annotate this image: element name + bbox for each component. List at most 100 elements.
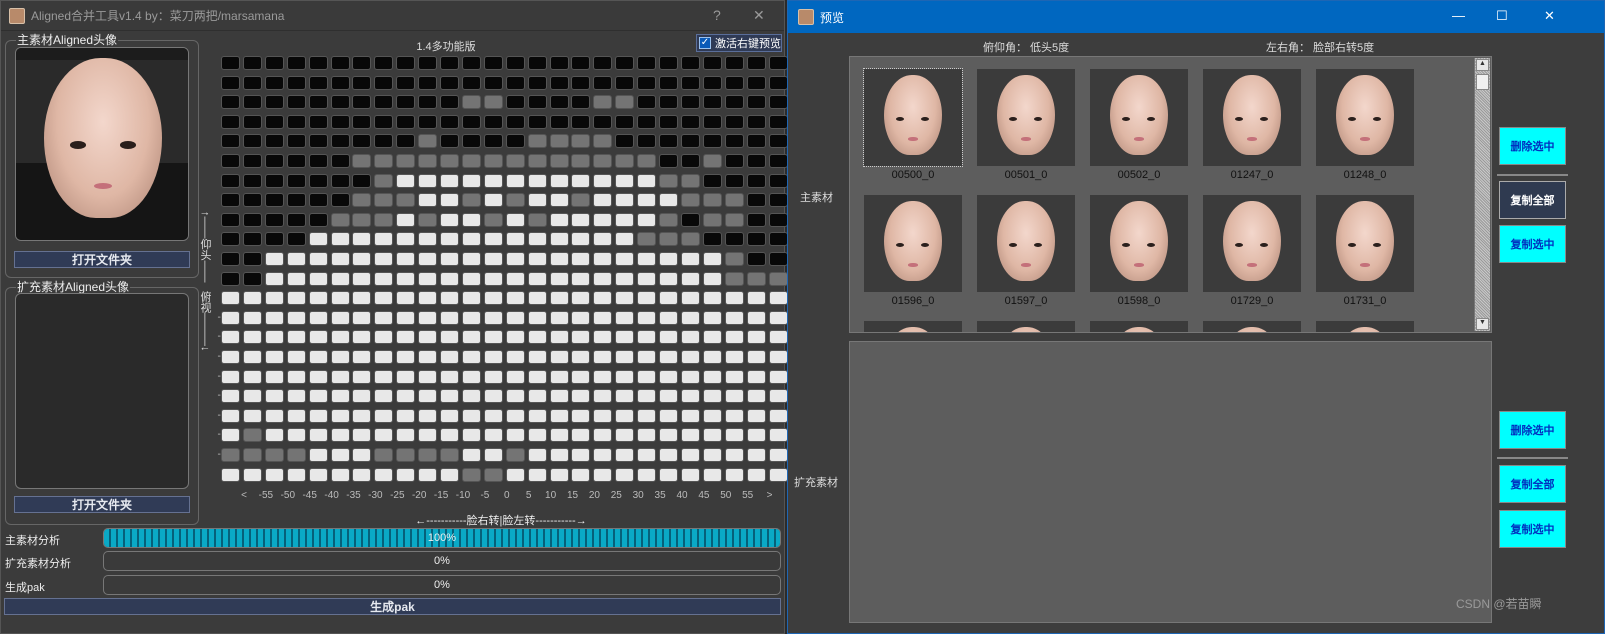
grid-cell[interactable]	[286, 389, 306, 404]
grid-cell[interactable]	[593, 408, 613, 423]
grid-cell[interactable]	[440, 330, 459, 345]
grid-cell[interactable]	[330, 212, 350, 227]
grid-cell[interactable]	[483, 114, 503, 129]
grid-cell[interactable]	[374, 173, 394, 188]
grid-cell[interactable]	[330, 154, 350, 168]
thumbnail-image[interactable]	[1316, 195, 1414, 292]
grid-cell[interactable]	[418, 75, 438, 90]
grid-cell[interactable]	[374, 330, 394, 345]
grid-cell[interactable]	[724, 389, 744, 404]
grid-cell[interactable]	[440, 428, 459, 443]
grid-cell[interactable]	[286, 232, 306, 247]
grid-cell[interactable]	[505, 448, 525, 462]
grid-cell[interactable]	[352, 232, 372, 247]
grid-cell[interactable]	[680, 291, 700, 306]
grid-cell[interactable]	[461, 134, 481, 149]
grid-cell[interactable]	[396, 330, 416, 345]
grid-cell[interactable]	[615, 448, 635, 462]
grid-cell[interactable]	[702, 330, 722, 345]
grid-cell[interactable]	[768, 408, 788, 423]
grid-cell[interactable]	[746, 173, 766, 188]
grid-cell[interactable]	[527, 428, 547, 443]
grid-cell[interactable]	[221, 310, 240, 325]
grid-cell[interactable]	[637, 75, 657, 90]
grid-cell[interactable]	[242, 173, 262, 188]
grid-cell[interactable]	[308, 114, 328, 129]
grid-cell[interactable]	[768, 56, 788, 70]
grid-cell[interactable]	[680, 95, 700, 110]
grid-cell[interactable]	[330, 291, 350, 306]
grid-cell[interactable]	[352, 173, 372, 188]
grid-cell[interactable]	[637, 212, 657, 227]
grid-cell[interactable]	[264, 467, 284, 482]
grid-cell[interactable]	[659, 291, 678, 306]
grid-cell[interactable]	[571, 134, 591, 149]
grid-cell[interactable]	[659, 173, 678, 188]
grid-cell[interactable]	[352, 330, 372, 345]
grid-cell[interactable]	[286, 271, 306, 286]
grid-cell[interactable]	[768, 252, 788, 266]
grid-cell[interactable]	[264, 369, 284, 384]
ext-thumbnail-list[interactable]	[849, 341, 1492, 623]
grid-cell[interactable]	[746, 350, 766, 364]
grid-cell[interactable]	[374, 389, 394, 404]
grid-cell[interactable]	[505, 75, 525, 90]
thumbnail-scrollbar[interactable]: ▲ ▼	[1474, 58, 1490, 331]
grid-cell[interactable]	[264, 134, 284, 149]
grid-cell[interactable]	[396, 95, 416, 110]
grid-cell[interactable]	[615, 467, 635, 482]
thumbnail-image[interactable]	[863, 68, 963, 167]
grid-cell[interactable]	[571, 212, 591, 227]
grid-cell[interactable]	[308, 271, 328, 286]
grid-cell[interactable]	[396, 310, 416, 325]
grid-cell[interactable]	[527, 448, 547, 462]
grid-cell[interactable]	[549, 212, 569, 227]
grid-cell[interactable]	[483, 252, 503, 266]
thumbnail-image[interactable]	[1203, 321, 1301, 332]
grid-cell[interactable]	[286, 212, 306, 227]
grid-cell[interactable]	[768, 310, 788, 325]
grid-cell[interactable]	[659, 193, 678, 208]
grid-cell[interactable]	[330, 193, 350, 208]
grid-cell[interactable]	[264, 95, 284, 110]
grid-cell[interactable]	[286, 173, 306, 188]
grid-cell[interactable]	[549, 114, 569, 129]
grid-cell[interactable]	[768, 173, 788, 188]
thumbnail-image[interactable]	[1090, 321, 1188, 332]
grid-cell[interactable]	[527, 75, 547, 90]
grid-cell[interactable]	[396, 56, 416, 70]
grid-cell[interactable]	[615, 56, 635, 70]
grid-cell[interactable]	[724, 75, 744, 90]
grid-cell[interactable]	[702, 291, 722, 306]
close-icon[interactable]: ✕	[1544, 8, 1555, 24]
grid-cell[interactable]	[352, 271, 372, 286]
grid-cell[interactable]	[352, 310, 372, 325]
grid-cell[interactable]	[527, 95, 547, 110]
thumbnail-image[interactable]	[1316, 69, 1414, 166]
thumbnail-image[interactable]	[977, 69, 1075, 166]
grid-cell[interactable]	[418, 350, 438, 364]
grid-cell[interactable]	[505, 232, 525, 247]
grid-cell[interactable]	[659, 389, 678, 404]
title-bar[interactable]: Aligned合并工具v1.4 by：菜刀两把/marsamana ? ✕	[1, 1, 784, 31]
grid-cell[interactable]	[724, 114, 744, 129]
grid-cell[interactable]	[571, 75, 591, 90]
grid-cell[interactable]	[615, 310, 635, 325]
grid-cell[interactable]	[724, 212, 744, 227]
grid-cell[interactable]	[264, 350, 284, 364]
scroll-thumb[interactable]	[1476, 74, 1489, 90]
grid-cell[interactable]	[768, 193, 788, 208]
grid-cell[interactable]	[352, 193, 372, 208]
grid-cell[interactable]	[374, 56, 394, 70]
grid-cell[interactable]	[659, 448, 678, 462]
grid-cell[interactable]	[505, 467, 525, 482]
grid-cell[interactable]	[549, 56, 569, 70]
grid-cell[interactable]	[483, 467, 503, 482]
grid-cell[interactable]	[330, 369, 350, 384]
grid-cell[interactable]	[308, 291, 328, 306]
grid-cell[interactable]	[702, 310, 722, 325]
grid-cell[interactable]	[724, 232, 744, 247]
grid-cell[interactable]	[374, 350, 394, 364]
grid-cell[interactable]	[571, 114, 591, 129]
grid-cell[interactable]	[768, 232, 788, 247]
